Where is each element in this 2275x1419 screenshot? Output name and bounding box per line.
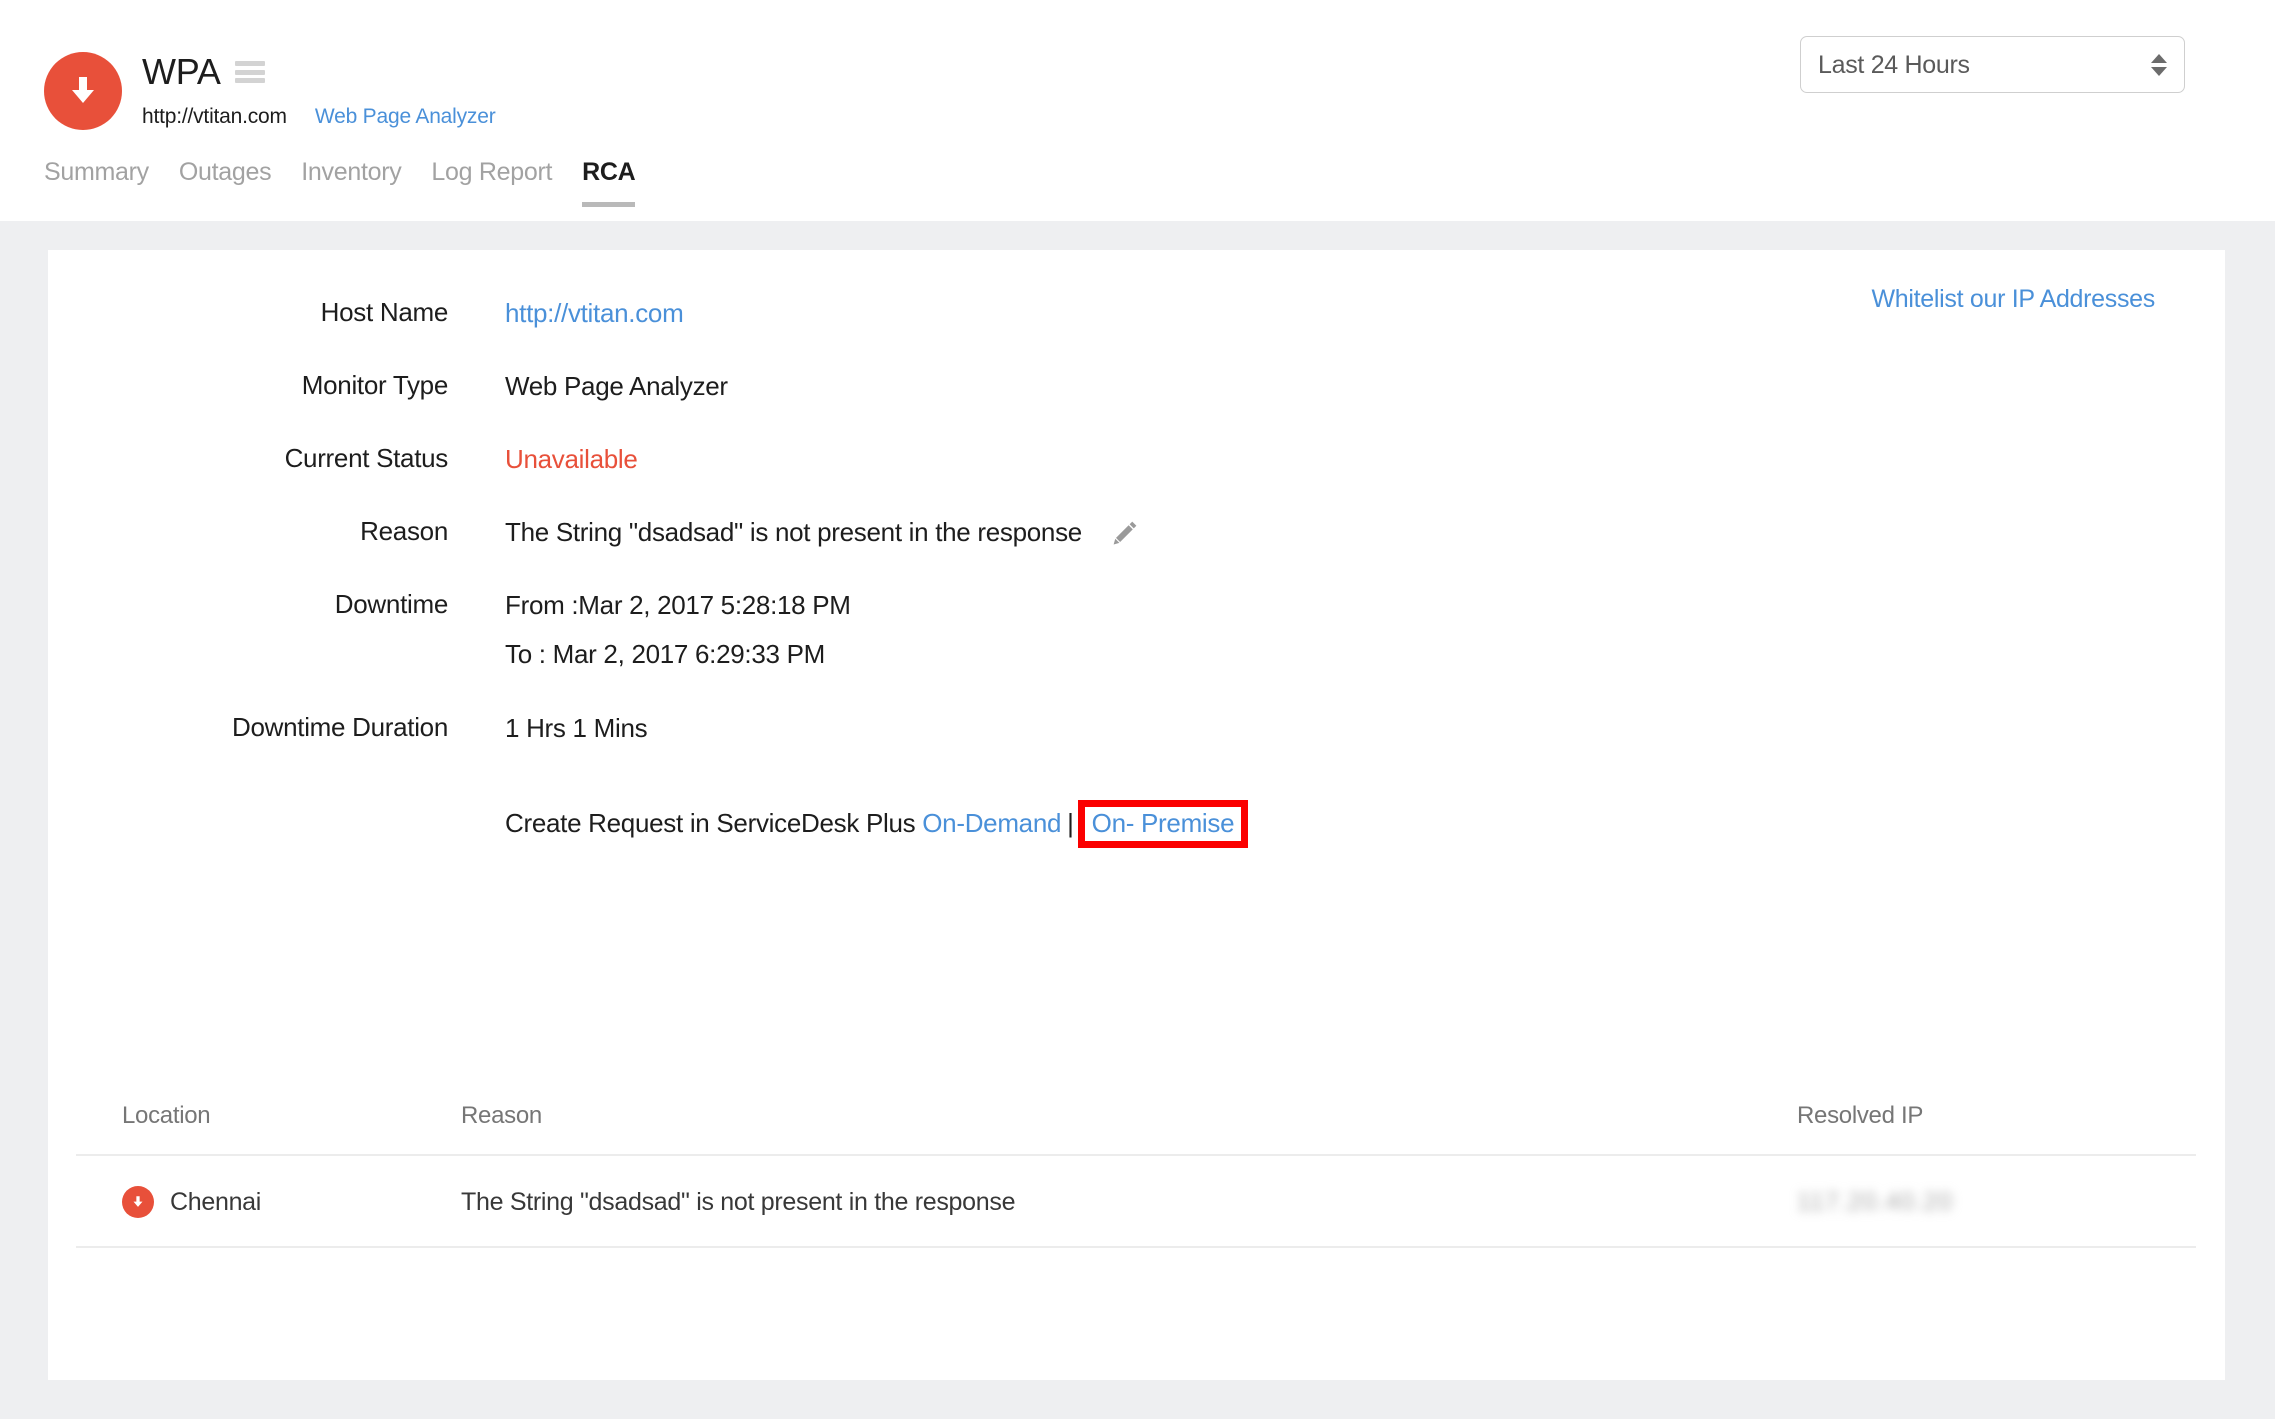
brand-text: WPA http://vtitan.com Web Page Analyzer [142,48,496,129]
servicedesk-on-premise-link[interactable]: On- Premise [1092,808,1235,838]
column-header-reason: Reason [461,1102,1791,1156]
column-header-location: Location [76,1102,461,1156]
down-arrow-status-icon [122,1186,154,1218]
cell-reason: The String "dsadsad" is not present in t… [461,1155,1791,1248]
downtime-label: Downtime [334,589,449,620]
tab-outages[interactable]: Outages [179,160,272,207]
location-reason-table: Location Reason Resolved IP Chennai The … [76,1102,2196,1248]
current-status-label: Current Status [284,443,449,474]
page-title: WPA [142,51,221,92]
period-select-wrapper: Last 24 Hours [1800,36,2185,93]
create-request-prefix: Create Request in ServiceDesk Plus [505,808,923,839]
tab-rca[interactable]: RCA [582,160,636,207]
tab-inventory[interactable]: Inventory [301,160,401,207]
on-premise-highlight-box: On- Premise [1077,799,1249,849]
monitor-type-link[interactable]: Web Page Analyzer [315,105,496,129]
detail-row-reason: Reason The String "dsadsad" is not prese… [48,515,1748,550]
reason-value-wrapper: The String "dsadsad" is not present in t… [505,515,1140,550]
host-name-link[interactable]: http://vtitan.com [505,296,684,331]
monitor-url-text: http://vtitan.com [142,105,287,128]
detail-row-current-status: Current Status Unavailable [48,442,1748,477]
reason-label: Reason [360,516,448,547]
downtime-value: From :Mar 2, 2017 5:28:18 PM To : Mar 2,… [505,588,851,672]
down-arrow-status-icon [44,52,122,130]
create-request-body: Create Request in ServiceDesk Plus On-De… [505,799,1249,849]
tab-summary[interactable]: Summary [44,160,149,207]
resolved-ip-redacted-value: 117.20.40.20 [1797,1187,1954,1216]
tab-log-report[interactable]: Log Report [431,160,552,207]
column-header-resolved-ip: Resolved IP [1791,1102,2196,1156]
downtime-duration-label: Downtime Duration [232,711,448,742]
cell-resolved-ip: 117.20.40.20 [1791,1155,2196,1248]
period-select[interactable]: Last 24 Hours [1800,36,2185,93]
detail-row-monitor-type: Monitor Type Web Page Analyzer [48,369,1748,404]
table-row: Chennai The String "dsadsad" is not pres… [76,1155,2196,1248]
app-header: WPA http://vtitan.com Web Page Analyzer … [0,0,2275,221]
brand-block: WPA http://vtitan.com Web Page Analyzer [44,48,496,130]
cell-location: Chennai [76,1155,461,1248]
monitor-type-label: Monitor Type [301,370,449,401]
edit-pencil-icon[interactable] [1110,518,1140,548]
detail-row-host-name: Host Name http://vtitan.com [48,296,1748,331]
tab-bar: Summary Outages Inventory Log Report RCA [44,160,636,207]
hamburger-menu-icon[interactable] [234,61,265,83]
reason-value: The String "dsadsad" is not present in t… [505,517,1082,548]
host-name-label: Host Name [320,297,449,327]
monitor-type-value: Web Page Analyzer [505,371,728,402]
create-request-row: Create Request in ServiceDesk Plus On-De… [48,799,1748,849]
detail-row-downtime: Downtime From :Mar 2, 2017 5:28:18 PM To… [48,588,1748,672]
whitelist-ip-link[interactable]: Whitelist our IP Addresses [1871,285,2155,314]
downtime-duration-value: 1 Hrs 1 Mins [505,712,648,743]
table-header-row: Location Reason Resolved IP [76,1102,2196,1156]
status-badge: Unavailable [505,444,638,475]
detail-list: Host Name http://vtitan.com Monitor Type… [48,296,1748,849]
detail-row-downtime-duration: Downtime Duration 1 Hrs 1 Mins [48,711,1748,746]
host-name-value: http://vtitan.com [505,296,684,331]
servicedesk-on-demand-link[interactable]: On-Demand [922,808,1061,839]
request-separator: | [1067,808,1074,839]
downtime-from: From :Mar 2, 2017 5:28:18 PM [505,590,851,621]
location-name: Chennai [170,1187,262,1216]
downtime-to: To : Mar 2, 2017 6:29:33 PM [505,639,825,670]
rca-content-card: Whitelist our IP Addresses Host Name htt… [48,250,2225,1380]
